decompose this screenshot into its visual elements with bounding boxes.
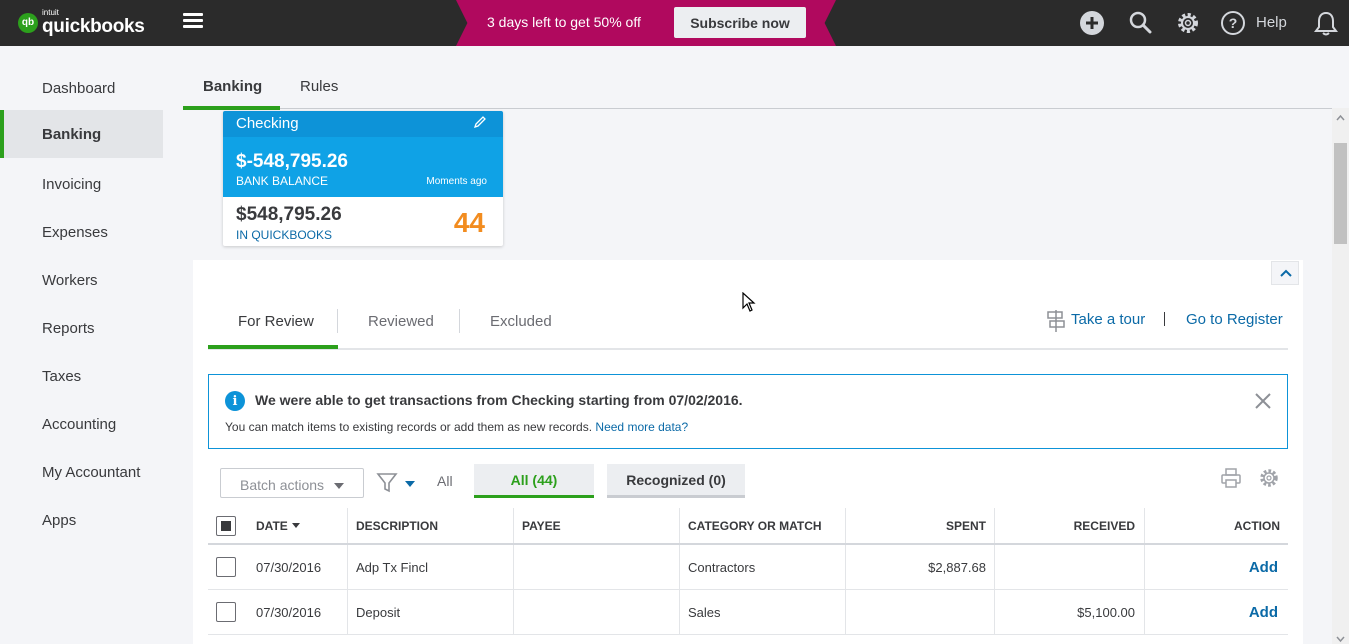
scroll-up-arrow-icon[interactable] [1335, 113, 1346, 124]
row-date: 07/30/2016 [256, 604, 322, 620]
subscribe-now-button[interactable]: Subscribe now [674, 7, 806, 38]
column-date-header[interactable]: DATE [256, 508, 300, 543]
pending-transactions-count: 44 [453, 207, 485, 238]
row-description: Deposit [356, 604, 401, 620]
row-checkbox[interactable] [216, 545, 236, 589]
mouse-cursor-icon [742, 292, 756, 312]
signpost-icon[interactable] [1045, 309, 1067, 333]
need-more-data-link[interactable]: Need more data? [595, 420, 688, 434]
sidebar-item-workers[interactable]: Workers [0, 256, 163, 304]
row-description: Adp Tx Fincl [356, 559, 429, 575]
add-button[interactable]: Add [1144, 590, 1278, 634]
info-banner: i We were able to get transactions from … [208, 374, 1288, 449]
table-settings-gear-icon[interactable] [1258, 467, 1280, 489]
take-a-tour-link[interactable]: Take a tour [1071, 311, 1145, 328]
chevron-up-icon [1280, 269, 1292, 277]
banner-text: You can match items to existing records … [225, 420, 688, 434]
info-icon: i [225, 391, 245, 411]
help-label[interactable]: Help [1256, 14, 1287, 31]
row-spent [845, 590, 986, 634]
help-icon[interactable]: ? [1220, 10, 1246, 36]
banner-message: You can match items to existing records … [225, 420, 593, 434]
page-tabs-divider [183, 108, 1349, 109]
bell-icon[interactable] [1313, 10, 1339, 36]
card-header: Checking [223, 111, 503, 137]
filter-all-label: All [437, 473, 453, 489]
sidebar-item-apps[interactable]: Apps [0, 496, 163, 544]
tab-reviewed[interactable]: Reviewed [368, 313, 434, 330]
active-tab-indicator [183, 106, 280, 110]
tab-separator [337, 309, 338, 333]
select-all-checkbox[interactable] [216, 508, 236, 543]
sidebar-item-taxes[interactable]: Taxes [0, 352, 163, 400]
column-description-header[interactable]: DESCRIPTION [356, 508, 438, 543]
search-icon[interactable] [1127, 10, 1153, 36]
batch-actions-label: Batch actions [240, 477, 325, 493]
review-tabs-divider [208, 348, 1288, 350]
edit-pencil-icon[interactable] [473, 115, 487, 129]
chevron-down-icon [334, 483, 344, 489]
quickbooks-balance-label: IN QUICKBOOKS [236, 228, 333, 242]
add-button[interactable]: Add [1144, 545, 1278, 589]
row-category: Sales [688, 604, 721, 620]
collapse-button[interactable] [1271, 261, 1299, 285]
sort-desc-icon [291, 523, 300, 528]
row-date: 07/30/2016 [256, 559, 322, 575]
tab-excluded[interactable]: Excluded [490, 313, 552, 330]
sidebar-item-reports[interactable]: Reports [0, 304, 163, 352]
row-category: Contractors [688, 559, 756, 575]
banner-title: We were able to get transactions from Ch… [255, 392, 743, 408]
sidebar-item-invoicing[interactable]: Invoicing [0, 160, 163, 208]
scroll-down-arrow-icon[interactable] [1335, 633, 1346, 644]
account-name: Checking [236, 115, 299, 132]
row-spent: $2,887.68 [928, 559, 986, 575]
menu-icon[interactable] [183, 13, 203, 29]
column-action-header: ACTION [1234, 518, 1280, 533]
sidebar-item-banking[interactable]: Banking [0, 110, 163, 158]
sidebar-item-accounting[interactable]: Accounting [0, 400, 163, 448]
filter-icon[interactable] [376, 472, 416, 494]
qb-logo-icon: qb [18, 12, 38, 33]
updated-time: Moments ago [426, 176, 487, 187]
row-checkbox[interactable] [216, 590, 236, 634]
row-received: $5,100.00 [1077, 604, 1135, 620]
tab-banking[interactable]: Banking [203, 78, 262, 95]
table-row[interactable]: 07/30/2016 Adp Tx Fincl Contractors $2,8… [208, 545, 1288, 590]
sidebar-item-expenses[interactable]: Expenses [0, 208, 163, 256]
bank-balance-section: $-548,795.26 BANK BALANCE Moments ago [223, 137, 503, 197]
quickbooks-balance-amount: $548,795.26 [236, 204, 342, 225]
column-payee-header[interactable]: PAYEE [522, 508, 561, 543]
recognized-pill[interactable]: Recognized (0) [607, 464, 745, 498]
tab-rules[interactable]: Rules [300, 78, 338, 95]
column-spent-header[interactable]: SPENT [845, 508, 986, 543]
bank-balance-label: BANK BALANCE [236, 174, 329, 188]
logo-text: intuit quickbooks [42, 9, 145, 37]
go-to-register-link[interactable]: Go to Register [1186, 311, 1283, 328]
table-row[interactable]: 07/30/2016 Deposit Sales $5,100.00 Add [208, 590, 1288, 635]
sidebar-item-dashboard[interactable]: Dashboard [0, 64, 163, 112]
table-header-row: DATE DESCRIPTION PAYEE CATEGORY OR MATCH… [208, 508, 1288, 545]
tab-separator [459, 309, 460, 333]
print-icon[interactable] [1220, 467, 1242, 489]
scrollbar-thumb[interactable] [1334, 143, 1347, 244]
promo-text: 3 days left to get 50% off [487, 14, 641, 30]
column-category-header[interactable]: CATEGORY OR MATCH [688, 508, 822, 543]
batch-actions-dropdown[interactable]: Batch actions [220, 468, 364, 498]
row-received [994, 545, 1135, 589]
bank-balance-amount: $-548,795.26 [236, 151, 348, 172]
plus-icon[interactable] [1079, 10, 1105, 36]
links-separator [1164, 312, 1165, 326]
column-received-header[interactable]: RECEIVED [994, 508, 1135, 543]
quickbooks-logo[interactable]: qb intuit quickbooks [18, 9, 145, 36]
all-transactions-pill[interactable]: All (44) [474, 464, 594, 498]
svg-text:?: ? [1229, 15, 1238, 31]
tab-for-review[interactable]: For Review [238, 313, 314, 330]
checking-account-card[interactable]: Checking $-548,795.26 BANK BALANCE Momen… [223, 111, 503, 246]
close-icon[interactable] [1253, 391, 1273, 411]
gear-icon[interactable] [1175, 10, 1201, 36]
logo-quickbooks-text: quickbooks [42, 16, 145, 37]
left-sidebar: Dashboard Banking Invoicing Expenses Wor… [0, 46, 163, 644]
active-review-tab-indicator [208, 345, 338, 349]
sidebar-item-my-accountant[interactable]: My Accountant [0, 448, 163, 496]
